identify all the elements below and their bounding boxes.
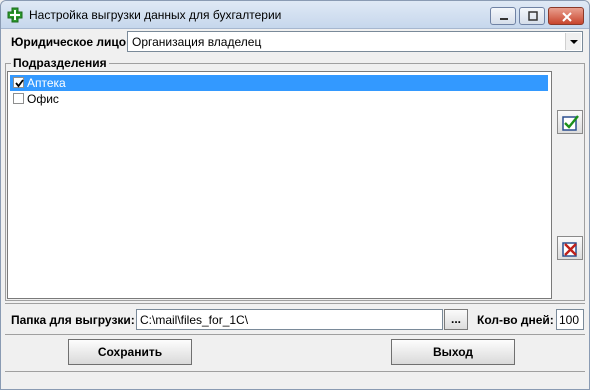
list-item-office[interactable]: Офис [10,91,548,107]
browse-button[interactable]: ... [444,309,468,330]
minimize-icon [500,18,508,20]
dropdown-button[interactable] [565,33,581,50]
check-all-button[interactable] [557,110,583,134]
pharmacy-checkbox[interactable] [13,77,24,88]
checkmark-icon [15,79,24,88]
status-bar [5,371,585,387]
export-folder-label: Папка для выгрузки: [11,313,135,327]
days-input[interactable]: 100 [556,309,584,330]
chevron-down-icon [570,40,578,44]
check-all-icon [562,115,579,131]
days-value: 100 [559,313,580,327]
list-item-label: Офис [27,92,59,106]
window-title: Настройка выгрузки данных для бухгалтери… [29,8,282,22]
departments-list[interactable]: Аптека Офис [7,71,552,299]
divider [5,334,585,335]
uncheck-all-button[interactable] [557,236,583,260]
legal-entity-select[interactable]: Организация владелец [127,31,583,52]
list-item-label: Аптека [27,76,66,90]
office-checkbox[interactable] [13,93,24,104]
green-cross-icon [7,7,23,23]
save-button[interactable]: Сохранить [68,339,192,365]
departments-label: Подразделения [11,56,109,70]
maximize-button[interactable] [519,7,545,25]
legal-entity-value: Организация владелец [132,35,262,49]
export-folder-value: C:\mail\files_for_1C\ [140,313,249,327]
uncheck-all-icon [562,242,577,257]
title-bar[interactable]: Настройка выгрузки данных для бухгалтери… [1,1,589,29]
close-button[interactable] [548,7,584,25]
main-window: Настройка выгрузки данных для бухгалтери… [0,0,590,390]
minimize-button[interactable] [490,7,516,25]
legal-entity-label: Юридическое лицо: [11,35,131,49]
list-item-pharmacy[interactable]: Аптека [10,75,548,91]
days-label: Кол-во дней: [477,313,554,327]
export-folder-input[interactable]: C:\mail\files_for_1C\ [136,309,443,330]
exit-button[interactable]: Выход [391,339,515,365]
close-icon [562,12,572,22]
divider [5,303,585,304]
maximize-icon [528,11,538,21]
